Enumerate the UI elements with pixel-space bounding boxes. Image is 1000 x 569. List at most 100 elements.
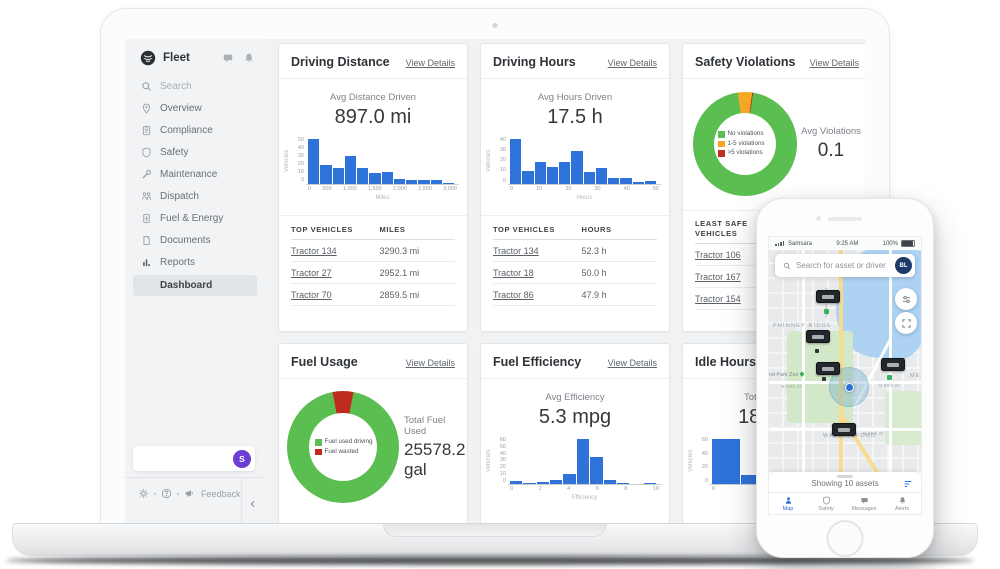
help-icon[interactable] xyxy=(161,488,172,499)
bell-icon[interactable] xyxy=(243,52,255,64)
search-icon xyxy=(783,262,791,270)
gear-icon[interactable] xyxy=(138,488,149,499)
view-details-link[interactable]: View Details xyxy=(406,358,455,368)
histogram-bar xyxy=(644,483,656,484)
sidebar-search-input[interactable]: S xyxy=(133,446,255,471)
signal-icon xyxy=(775,241,784,246)
tab-safety[interactable]: Safety xyxy=(807,493,845,514)
tab-alerts[interactable]: Alerts xyxy=(883,493,921,514)
battery-percent: 100% xyxy=(883,241,898,247)
expand-icon xyxy=(901,318,912,329)
map-expand-button[interactable] xyxy=(895,312,917,334)
compliance-icon xyxy=(141,125,152,136)
histogram-bar xyxy=(535,162,546,184)
street-label: N 50th St xyxy=(879,383,900,388)
y-axis-ticks: 50403020100 xyxy=(293,138,306,184)
view-details-link[interactable]: View Details xyxy=(406,58,455,68)
card-title: Driving Hours xyxy=(493,55,576,69)
vehicle-link[interactable]: Tractor 18 xyxy=(493,268,582,278)
histogram-bar xyxy=(604,480,616,484)
map-view[interactable]: PHINNEY RIDGE WALLINGFORD MER nd Park Zo… xyxy=(769,250,921,472)
histogram-bar xyxy=(550,480,562,484)
view-details-link[interactable]: View Details xyxy=(608,58,657,68)
histogram-bar xyxy=(596,168,607,184)
poi-marker xyxy=(824,309,829,314)
driving-distance-histogram: Vehicles5040302010005001,0001,5002,0002,… xyxy=(284,138,459,204)
histogram-bar xyxy=(620,178,631,184)
x-axis-label: Efficiency xyxy=(508,495,661,501)
metric-label: Avg Distance Driven xyxy=(279,92,467,103)
vehicle-marker[interactable] xyxy=(806,330,830,343)
histogram-bar xyxy=(712,439,740,484)
y-axis-ticks: 6050403020100 xyxy=(495,438,508,484)
bell-icon xyxy=(898,496,907,505)
vehicle-link[interactable]: Tractor 70 xyxy=(291,290,380,300)
feedback-link[interactable]: Feedback xyxy=(201,489,241,499)
asset-search-bar[interactable]: Search for asset or driver BL xyxy=(775,254,915,277)
vehicle-marker[interactable] xyxy=(881,358,905,371)
overview-icon xyxy=(141,103,152,114)
histogram-bar xyxy=(357,168,368,184)
vehicle-marker[interactable] xyxy=(816,362,840,375)
sidebar-item-overview[interactable]: Overview xyxy=(125,97,265,119)
carrier-label: Samsara xyxy=(788,241,812,247)
sort-icon[interactable] xyxy=(903,479,913,489)
sidebar-item-documents[interactable]: Documents xyxy=(125,229,265,251)
chat-icon[interactable] xyxy=(222,52,234,64)
fuel-usage-donut: Fuel used driving Fuel wasted xyxy=(287,391,399,503)
view-details-link[interactable]: View Details xyxy=(810,58,859,68)
card-title: Idle Hours xyxy=(695,355,756,369)
user-avatar[interactable]: S xyxy=(233,450,251,468)
map-filter-button[interactable] xyxy=(895,288,917,310)
collapse-sidebar-button[interactable] xyxy=(241,478,265,523)
histogram-bar xyxy=(345,156,356,184)
metric-value: 0.1 xyxy=(797,140,865,162)
phone-avatar[interactable]: BL xyxy=(895,257,912,274)
histogram-bar xyxy=(443,183,454,184)
histogram-bar xyxy=(308,139,319,184)
y-axis-label: Vehicles xyxy=(486,138,495,184)
metric-label: Total Fuel Used xyxy=(404,415,465,437)
vehicle-link[interactable]: Tractor 134 xyxy=(493,246,582,256)
table-row: Tractor 1850.0 h xyxy=(493,262,657,284)
megaphone-icon[interactable] xyxy=(184,488,195,499)
histogram-bar xyxy=(523,483,535,484)
vehicle-marker[interactable] xyxy=(832,423,856,436)
clock-label: 9:25 AM xyxy=(836,241,858,247)
sidebar-item-dispatch[interactable]: Dispatch xyxy=(125,185,265,207)
tab-map[interactable]: Map xyxy=(769,493,807,514)
x-axis-ticks: 05001,0001,5002,0002,5003,000 xyxy=(306,185,459,193)
vehicle-link[interactable]: Tractor 86 xyxy=(493,290,582,300)
sidebar-header: Fleet xyxy=(125,39,265,67)
sidebar-item-dashboard-active[interactable]: Dashboard xyxy=(133,275,257,296)
view-details-link[interactable]: View Details xyxy=(608,358,657,368)
histogram-bar xyxy=(617,483,629,484)
phone-screen: Samsara 9:25 AM 100% PHINNEY RIDGE WALLI… xyxy=(768,236,922,515)
sidebar-item-search[interactable]: Search xyxy=(125,75,265,97)
vehicle-link[interactable]: Tractor 27 xyxy=(291,268,380,278)
poi-label: nd Park Zoo xyxy=(769,372,804,378)
vehicle-marker[interactable] xyxy=(816,290,840,303)
histogram-bar xyxy=(559,162,570,184)
sidebar-item-safety[interactable]: Safety xyxy=(125,141,265,163)
legend-swatch xyxy=(718,141,725,148)
donut-legend: Fuel used driving Fuel wasted xyxy=(287,391,399,503)
sidebar-menu: Search Overview Compliance Safety Mainte… xyxy=(125,75,265,296)
metric-label: Avg Hours Driven xyxy=(481,92,669,103)
fuel-efficiency-histogram: Vehicles60504030201000246810Efficiency xyxy=(486,438,661,504)
home-button[interactable] xyxy=(827,520,864,557)
histogram-bar xyxy=(645,181,656,184)
sidebar-item-fuel-energy[interactable]: Fuel & Energy xyxy=(125,207,265,229)
chat-icon xyxy=(860,496,869,505)
table-row: Tractor 702859.5 mi xyxy=(291,284,455,306)
reports-icon xyxy=(141,257,152,268)
histogram-bar xyxy=(431,180,442,184)
tab-messages[interactable]: Messages xyxy=(845,493,883,514)
sidebar-footer: Feedback xyxy=(125,477,265,523)
table-row: Tractor 272952.1 mi xyxy=(291,262,455,284)
sidebar: Fleet Search Overview Compliance Safety … xyxy=(125,39,265,523)
sidebar-item-reports[interactable]: Reports xyxy=(125,251,265,273)
sidebar-item-compliance[interactable]: Compliance xyxy=(125,119,265,141)
vehicle-link[interactable]: Tractor 134 xyxy=(291,246,380,256)
sidebar-item-maintenance[interactable]: Maintenance xyxy=(125,163,265,185)
